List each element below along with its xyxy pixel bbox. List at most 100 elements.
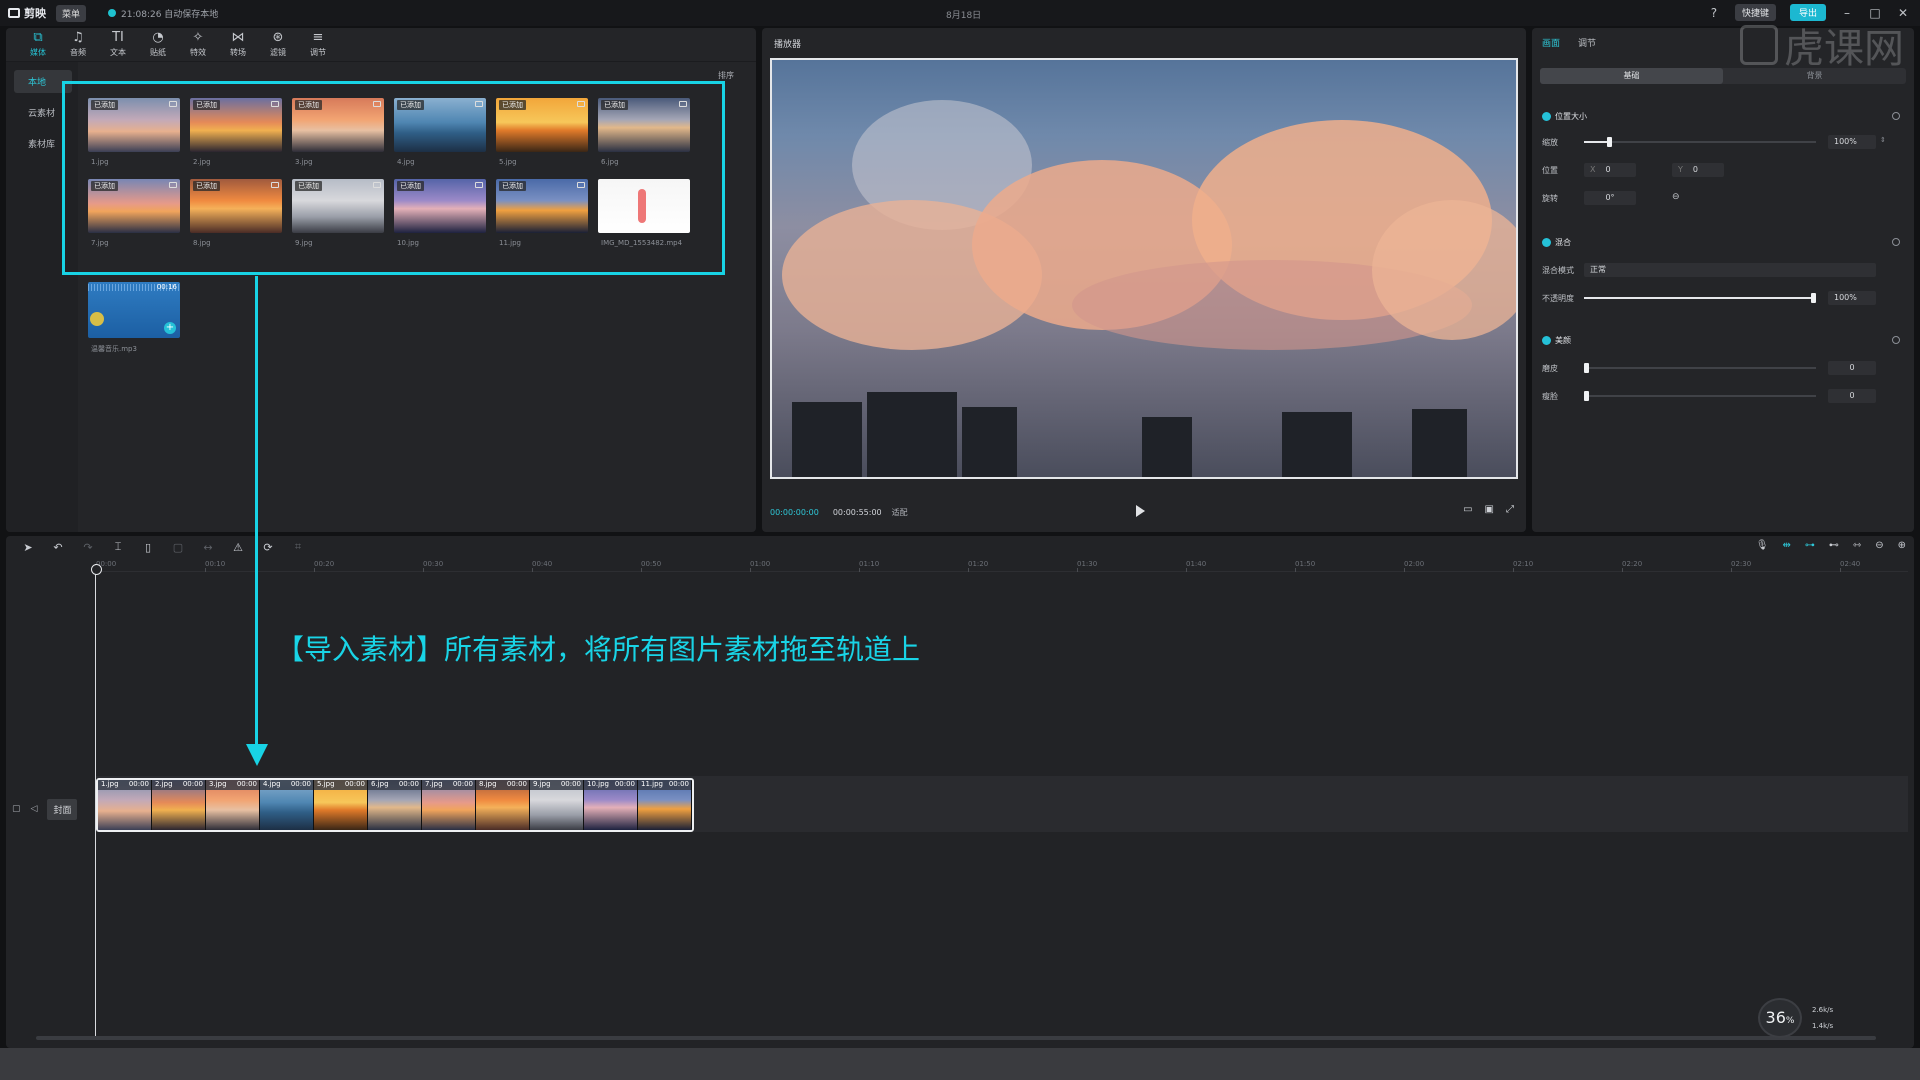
timeline-clip[interactable]: 9.jpg 00:00 xyxy=(530,780,584,830)
microphone-icon[interactable]: 🎙 xyxy=(1756,540,1769,551)
scale-slider[interactable] xyxy=(1584,137,1816,147)
timeline-clip[interactable]: 1.jpg 00:00 xyxy=(98,780,152,830)
audio-media-item[interactable]: 00:16 + 温馨音乐.mp3 xyxy=(88,282,180,354)
track-mute-icon[interactable]: ◁ xyxy=(31,804,38,814)
reverse-icon[interactable]: ↔ xyxy=(200,541,216,554)
thin-knob[interactable] xyxy=(1584,391,1589,401)
tab-adjust[interactable]: 调节 xyxy=(1578,36,1596,49)
window-title: 8月18日 xyxy=(946,11,982,21)
media-item[interactable]: 已添加 5.jpg xyxy=(496,98,588,166)
tool-audio[interactable]: ♫ 音频 xyxy=(60,28,96,61)
timeline-clip[interactable]: 11.jpg 00:00 xyxy=(638,780,692,830)
scale-input[interactable]: 100% xyxy=(1828,135,1876,149)
preview-screen[interactable] xyxy=(770,58,1518,479)
tool-transition[interactable]: ⋈ 转场 xyxy=(220,28,256,61)
menu-button[interactable]: 菜单 xyxy=(56,4,87,22)
tool-sticker[interactable]: ◔ 贴纸 xyxy=(140,28,176,61)
tool-media[interactable]: ⧉ 媒体 xyxy=(20,28,56,61)
smooth-slider[interactable] xyxy=(1584,363,1816,373)
media-item[interactable]: 已添加 8.jpg xyxy=(190,179,282,247)
seg-basic[interactable]: 基础 xyxy=(1540,68,1723,84)
waveform-view-icon[interactable]: ▭ xyxy=(1463,504,1472,515)
smooth-knob[interactable] xyxy=(1584,363,1589,373)
scale-knob[interactable] xyxy=(1607,137,1612,147)
rotate-icon[interactable]: ⟳ xyxy=(260,541,276,554)
tool-text[interactable]: TI 文本 xyxy=(100,28,136,61)
time-ruler[interactable]: 00:00 00:10 00:20 00:30 00:40 00:50 01:00 01:10… xyxy=(96,560,1908,572)
zoom-in-icon[interactable]: ⊕ xyxy=(1898,540,1906,551)
delete-icon[interactable]: ▯ xyxy=(140,541,156,554)
thin-input[interactable]: 0 xyxy=(1828,389,1876,403)
smooth-input[interactable]: 0 xyxy=(1828,361,1876,375)
flip-icon[interactable]: ⊖ xyxy=(1672,192,1680,202)
reset-icon[interactable] xyxy=(1892,238,1900,246)
blend-mode-select[interactable]: 正常 xyxy=(1584,263,1876,277)
link-icon[interactable]: ⊶ xyxy=(1805,540,1815,551)
tool-label: 滤镜 xyxy=(270,48,286,57)
crop-icon[interactable]: ⌗ xyxy=(290,540,306,554)
section-beauty[interactable]: 美颜 xyxy=(1542,335,1571,346)
undo-icon[interactable]: ↶ xyxy=(50,541,66,554)
timeline-clip[interactable]: 4.jpg 00:00 xyxy=(260,780,314,830)
opacity-input[interactable]: 100% xyxy=(1828,291,1876,305)
cover-button[interactable]: 封面 xyxy=(47,798,78,820)
thin-slider[interactable] xyxy=(1584,391,1816,401)
aspect-ratio-icon[interactable]: ▣ xyxy=(1485,504,1494,515)
position-x-input[interactable]: X0 xyxy=(1584,163,1636,177)
help-icon[interactable]: ? xyxy=(1707,6,1721,20)
section-blend[interactable]: 混合 xyxy=(1542,237,1571,248)
media-item[interactable]: 已添加 7.jpg xyxy=(88,179,180,247)
timeline-clip[interactable]: 7.jpg 00:00 xyxy=(422,780,476,830)
checkbox-icon[interactable] xyxy=(1542,336,1551,345)
fullscreen-icon[interactable]: ⤢ xyxy=(1506,504,1514,515)
media-item[interactable]: 已添加 11.jpg xyxy=(496,179,588,247)
media-item[interactable]: 已添加 9.jpg xyxy=(292,179,384,247)
ratio-select[interactable]: 适配 xyxy=(892,507,908,518)
align-icon[interactable]: ⇿ xyxy=(1853,540,1861,551)
media-side-item[interactable]: 本地 xyxy=(14,70,72,93)
reset-icon[interactable] xyxy=(1892,336,1900,344)
media-side-item[interactable]: 素材库 xyxy=(14,132,72,155)
add-to-track-icon[interactable]: + xyxy=(164,322,176,334)
track-lock-icon[interactable]: ▢ xyxy=(12,804,21,814)
select-tool-icon[interactable]: ➤ xyxy=(20,541,36,554)
media-item[interactable]: 已添加 3.jpg xyxy=(292,98,384,166)
stepper-icon[interactable]: ⇕ xyxy=(1880,136,1886,144)
timeline-clip[interactable]: 6.jpg 00:00 xyxy=(368,780,422,830)
checkbox-icon[interactable] xyxy=(1542,112,1551,121)
main-video-track[interactable]: 1.jpg 00:00 2.jpg 00:00 3.jpg 00:00 4.jpg 00:00… xyxy=(96,776,1908,832)
timeline-clip[interactable]: 2.jpg 00:00 xyxy=(152,780,206,830)
timeline-clip[interactable]: 5.jpg 00:00 xyxy=(314,780,368,830)
mirror-icon[interactable]: ⚠ xyxy=(230,541,246,554)
media-item[interactable]: 已添加 2.jpg xyxy=(190,98,282,166)
split-icon[interactable]: ⌶ xyxy=(110,540,126,554)
preview-axis-icon[interactable]: ⊷ xyxy=(1829,540,1839,551)
tab-picture[interactable]: 画面 xyxy=(1542,36,1560,49)
reset-icon[interactable] xyxy=(1892,112,1900,120)
timeline-clip[interactable]: 10.jpg 00:00 xyxy=(584,780,638,830)
tool-filter[interactable]: ⊛ 滤镜 xyxy=(260,28,296,61)
checkbox-icon[interactable] xyxy=(1542,238,1551,247)
opacity-knob[interactable] xyxy=(1811,293,1816,303)
redo-icon[interactable]: ↷ xyxy=(80,541,96,554)
timeline-clip[interactable]: 8.jpg 00:00 xyxy=(476,780,530,830)
position-y-input[interactable]: Y0 xyxy=(1672,163,1724,177)
section-position[interactable]: 位置大小 xyxy=(1542,111,1587,122)
media-item[interactable]: 已添加 1.jpg xyxy=(88,98,180,166)
freeze-icon[interactable]: ▢ xyxy=(170,541,186,554)
snap-icon[interactable]: ⇹ xyxy=(1782,540,1790,551)
media-item[interactable]: IMG_MD_1553482.mp4 xyxy=(598,179,690,247)
opacity-slider[interactable] xyxy=(1584,293,1816,303)
media-item[interactable]: 已添加 10.jpg xyxy=(394,179,486,247)
media-item[interactable]: 已添加 4.jpg xyxy=(394,98,486,166)
timeline-clip[interactable]: 3.jpg 00:00 xyxy=(206,780,260,830)
rotate-input[interactable]: 0° xyxy=(1584,191,1636,205)
tool-adjust[interactable]: ≡ 调节 xyxy=(300,28,336,61)
zoom-out-icon[interactable]: ⊖ xyxy=(1875,540,1883,551)
sort-button[interactable]: 排序 xyxy=(718,70,734,81)
media-item[interactable]: 已添加 6.jpg xyxy=(598,98,690,166)
media-side-item[interactable]: 云素材 xyxy=(14,101,72,124)
timeline-scrollbar[interactable] xyxy=(36,1036,1876,1040)
play-icon[interactable] xyxy=(1136,505,1145,517)
tool-effects[interactable]: ✧ 特效 xyxy=(180,28,216,61)
